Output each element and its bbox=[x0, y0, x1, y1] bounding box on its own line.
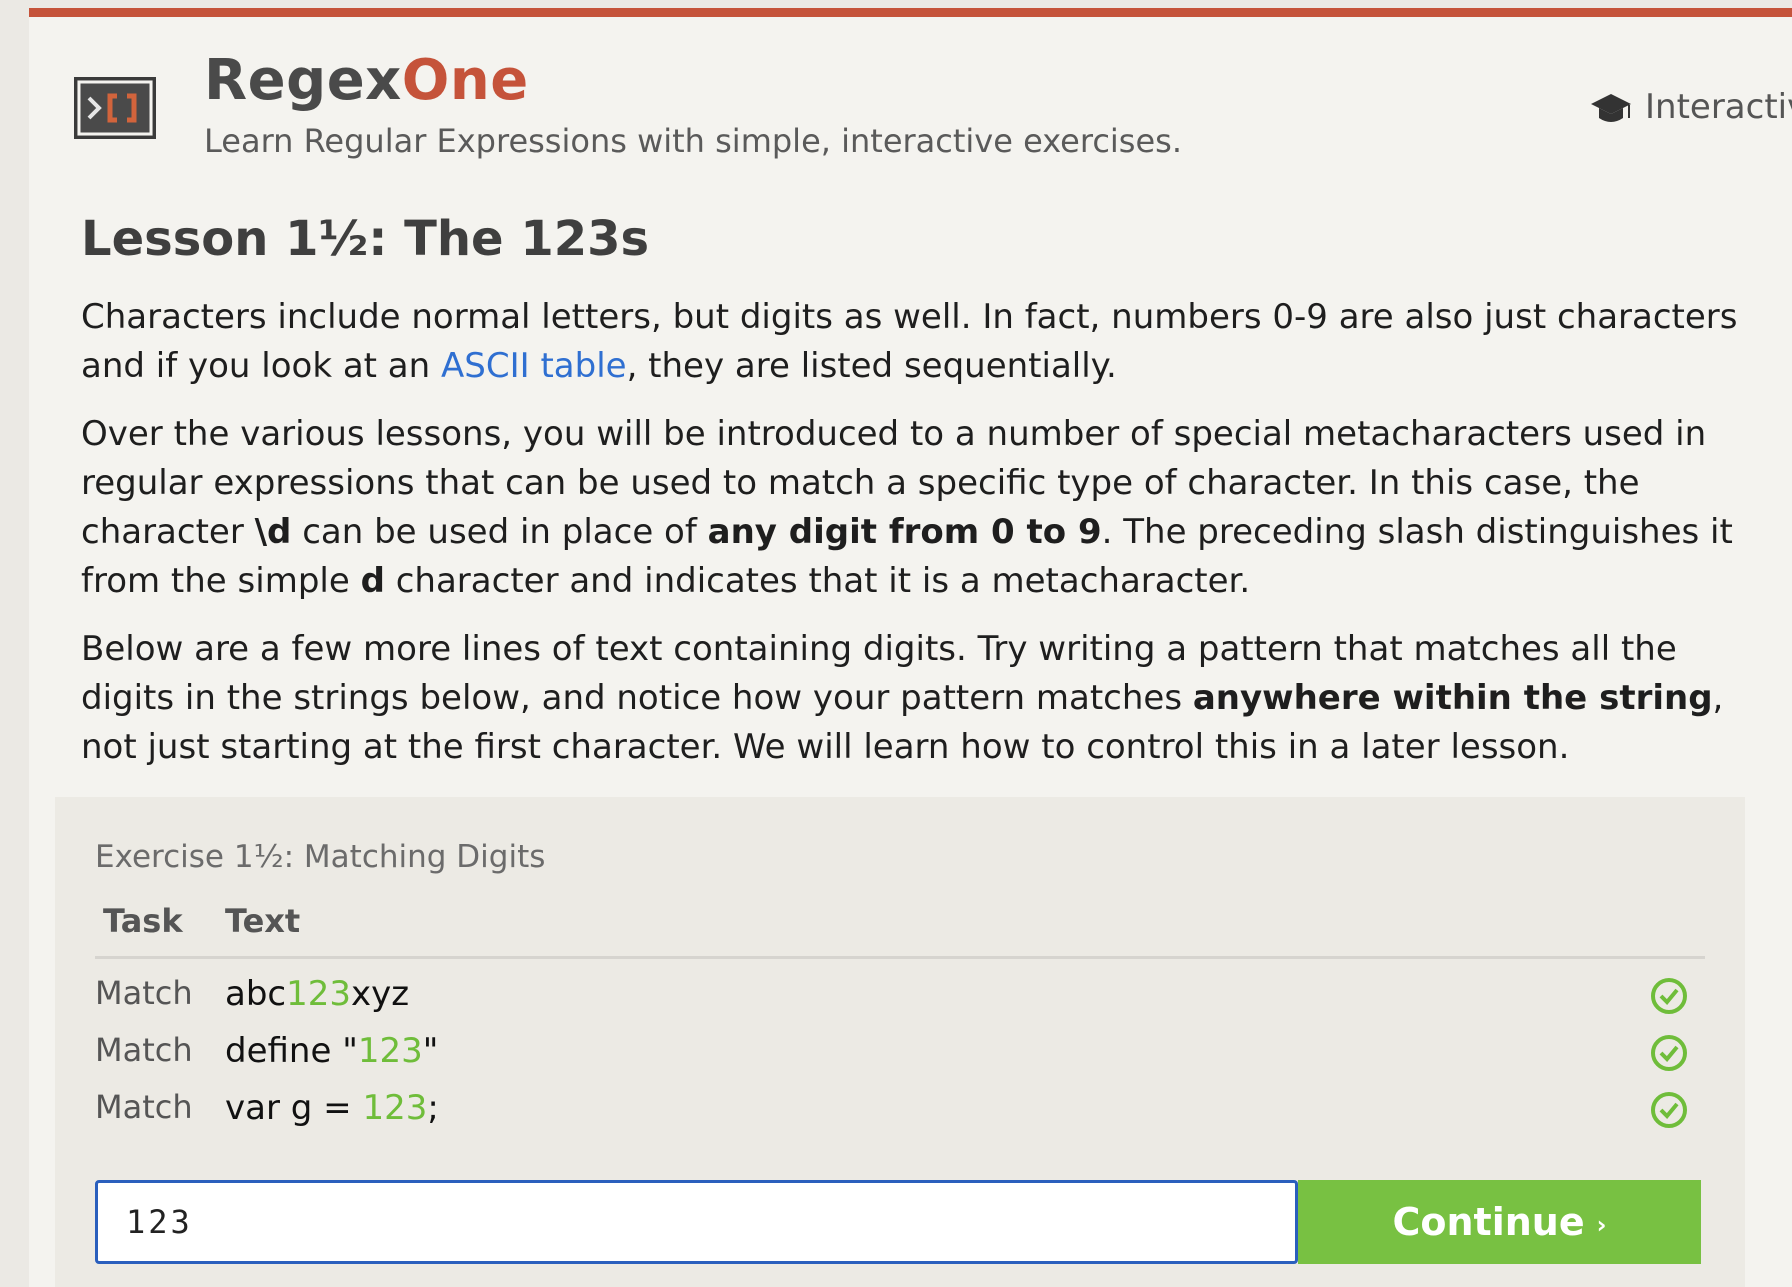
p2-bold-3: d bbox=[360, 560, 385, 601]
ascii-table-link[interactable]: ASCII table bbox=[441, 346, 627, 386]
lesson-title: Lesson 1½: The 123s bbox=[81, 211, 650, 267]
lesson-paragraph-2: Over the various lessons, you will be in… bbox=[81, 410, 1751, 606]
check-icon bbox=[1651, 1092, 1687, 1128]
row-text: abc123xyz bbox=[225, 974, 409, 1014]
brand-part-one: One bbox=[401, 48, 529, 113]
page: RegexOne Learn Regular Expressions with … bbox=[29, 8, 1792, 1287]
regexone-logo[interactable] bbox=[74, 77, 156, 139]
row-text: define "123" bbox=[225, 1031, 438, 1071]
row-text-post: ; bbox=[427, 1088, 439, 1128]
row-text: var g = 123; bbox=[225, 1088, 439, 1128]
row-text-match: 123 bbox=[362, 1088, 428, 1128]
row-text-post: xyz bbox=[351, 974, 410, 1014]
p2-bold-1: \d bbox=[254, 511, 292, 552]
row-text-match: 123 bbox=[357, 1031, 423, 1071]
row-text-post: " bbox=[422, 1031, 439, 1071]
p2-bold-2: any digit from 0 to 9 bbox=[707, 511, 1102, 552]
logo-icon bbox=[77, 80, 153, 136]
column-header-text: Text bbox=[225, 902, 301, 940]
p2-text-4: character and indicates that it is a met… bbox=[384, 560, 1251, 601]
brand-part-regex: Regex bbox=[204, 48, 402, 113]
chevron-right-icon: › bbox=[1596, 1210, 1607, 1239]
p1-text-after: , they are listed sequentially. bbox=[626, 345, 1117, 386]
nav-link-label: Interactive bbox=[1645, 87, 1792, 127]
brand-title[interactable]: RegexOne bbox=[204, 53, 529, 109]
regex-answer-input[interactable] bbox=[95, 1180, 1298, 1264]
lesson-paragraph-3: Below are a few more lines of text conta… bbox=[81, 625, 1751, 772]
graduation-cap-icon bbox=[1591, 93, 1631, 122]
row-text-match: 123 bbox=[286, 974, 352, 1014]
check-icon bbox=[1651, 978, 1687, 1014]
row-text-pre: var g = bbox=[225, 1088, 363, 1128]
tagline: Learn Regular Expressions with simple, i… bbox=[204, 122, 1182, 160]
table-row: Match define "123" bbox=[95, 1021, 1705, 1081]
row-task: Match bbox=[95, 1088, 193, 1126]
continue-button[interactable]: Continue › bbox=[1298, 1180, 1701, 1264]
lesson-content: Lesson 1½: The 123s Characters include n… bbox=[81, 211, 1751, 772]
row-task: Match bbox=[95, 1031, 193, 1069]
column-header-task: Task bbox=[103, 902, 183, 940]
nav-interactive-tutorial[interactable]: Interactive bbox=[1589, 87, 1792, 127]
exercise-title: Exercise 1½: Matching Digits bbox=[95, 839, 546, 875]
lesson-paragraph-1: Characters include normal letters, but d… bbox=[81, 293, 1751, 391]
p3-bold-1: anywhere within the string bbox=[1192, 677, 1713, 718]
table-header-divider bbox=[95, 956, 1705, 959]
table-row: Match var g = 123; bbox=[95, 1078, 1705, 1138]
exercise-panel: Exercise 1½: Matching Digits Task Text M… bbox=[55, 797, 1745, 1287]
row-task: Match bbox=[95, 974, 193, 1012]
row-text-pre: abc bbox=[225, 974, 287, 1014]
continue-label: Continue bbox=[1392, 1200, 1585, 1244]
check-icon bbox=[1651, 1035, 1687, 1071]
p2-text-2: can be used in place of bbox=[291, 511, 708, 552]
row-text-pre: define " bbox=[225, 1031, 358, 1071]
table-row: Match abc123xyz bbox=[95, 964, 1705, 1024]
